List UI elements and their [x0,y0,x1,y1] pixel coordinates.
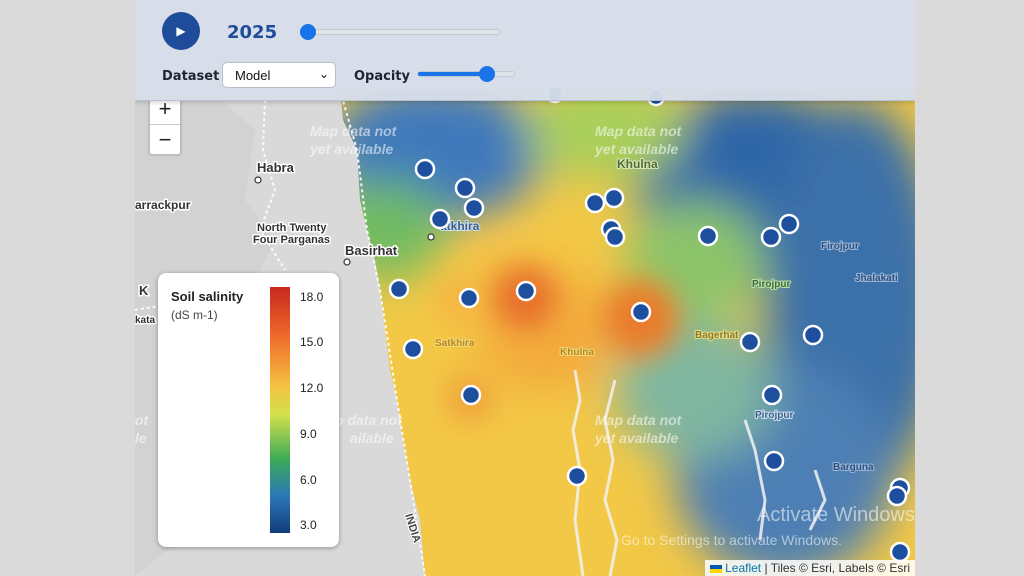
station-marker[interactable] [802,324,824,346]
control-bar: ▶ 2025 Dataset Model ⌄ Opacity [135,0,915,101]
zoom-out-button[interactable]: − [150,125,180,155]
nodata-text-10: le [135,430,147,446]
station-marker[interactable] [429,208,451,230]
station-marker[interactable] [760,226,782,248]
label-north-twenty-four-1: North Twenty [257,222,327,234]
salinity-legend: Soil salinity (dS m-1) 18.0 15.0 12.0 9.… [158,273,339,547]
dataset-select[interactable]: Model ⌄ [222,62,336,88]
legend-tick: 9.0 [300,427,317,441]
label-khulna: Khulna [560,347,594,358]
station-marker[interactable] [886,485,908,507]
label-kata: kata [135,315,155,326]
station-marker[interactable] [458,287,480,309]
legend-title: Soil salinity [171,289,244,304]
map-attribution: Leaflet | Tiles © Esri, Labels © Esri [705,560,915,576]
map-frame: Habra arrackpur North Twenty Four Pargan… [135,0,915,576]
nodata-text-7: p data not [334,412,403,428]
label-north-twenty-four-2: Four Parganas [253,234,330,246]
opacity-slider-thumb[interactable] [478,66,495,82]
legend-tick: 12.0 [300,381,324,395]
nodata-text-6: yet available [594,430,678,446]
nodata-text-5: Map data not [595,412,683,428]
legend-tick: 15.0 [300,335,324,349]
label-jhalakati: Jhalakati [855,273,898,284]
nodata-text-9: ot [135,412,150,428]
zoom-control: + − [148,92,182,156]
legend-unit: (dS m-1) [171,308,218,322]
year-slider-track [300,29,500,35]
legend-tick: 18.0 [300,290,324,304]
station-marker[interactable] [566,465,588,487]
year-display: 2025 [227,22,278,43]
label-pirojpur: Pirojpur [752,279,790,290]
legend-color-bar [270,287,290,533]
label-firojpur: Firojpur [821,241,859,252]
nodata-text-3: Map data not [595,123,683,139]
attribution-text: | Tiles © Esri, Labels © Esri [764,561,910,575]
dataset-value: Model [235,67,271,83]
station-marker[interactable] [388,278,410,300]
dataset-label: Dataset [162,69,220,84]
station-marker[interactable] [603,187,625,209]
opacity-slider-track [417,71,515,77]
station-marker[interactable] [604,226,626,248]
year-slider-thumb[interactable] [300,24,316,40]
station-marker[interactable] [402,338,424,360]
label-habra: Habra [257,160,295,175]
watermark-title: Activate Windows [757,504,915,526]
label-khulna-top: Khulna [617,157,658,171]
label-basirhat: Basirhat [345,243,398,258]
station-marker[interactable] [697,225,719,247]
station-marker[interactable] [584,192,606,214]
label-barguna: Barguna [833,462,874,473]
ukraine-flag-icon [710,564,723,573]
station-marker[interactable] [454,177,476,199]
nodata-text-2: yet available [309,141,393,157]
opacity-slider[interactable] [417,66,515,82]
station-marker[interactable] [515,280,537,302]
station-marker[interactable] [763,450,785,472]
station-marker[interactable] [889,541,911,563]
station-marker[interactable] [460,384,482,406]
chevron-down-icon: ⌄ [318,67,329,81]
station-marker[interactable] [414,158,436,180]
label-bagerhat: Bagerhat [695,330,739,341]
label-barrackpur: arrackpur [135,198,191,212]
label-k: K [139,283,149,298]
label-pirojpur-2: Pirojpur [755,410,793,421]
station-marker[interactable] [463,197,485,219]
nodata-text-8: ailable [350,430,394,446]
nodata-text-4: yet available [594,141,678,157]
station-marker[interactable] [761,384,783,406]
watermark-subtitle: Go to Settings to activate Windows. [621,532,842,548]
station-marker[interactable] [630,301,652,323]
label-satkhira: Satkhira [435,338,475,349]
nodata-text-1: Map data not [310,123,398,139]
station-marker[interactable] [739,331,761,353]
leaflet-link[interactable]: Leaflet [725,561,761,575]
play-button[interactable]: ▶ [162,12,200,50]
station-marker[interactable] [778,213,800,235]
legend-tick: 3.0 [300,518,317,532]
year-slider[interactable] [300,24,500,40]
play-icon: ▶ [176,24,186,38]
opacity-label: Opacity [354,69,410,84]
legend-tick: 6.0 [300,473,317,487]
